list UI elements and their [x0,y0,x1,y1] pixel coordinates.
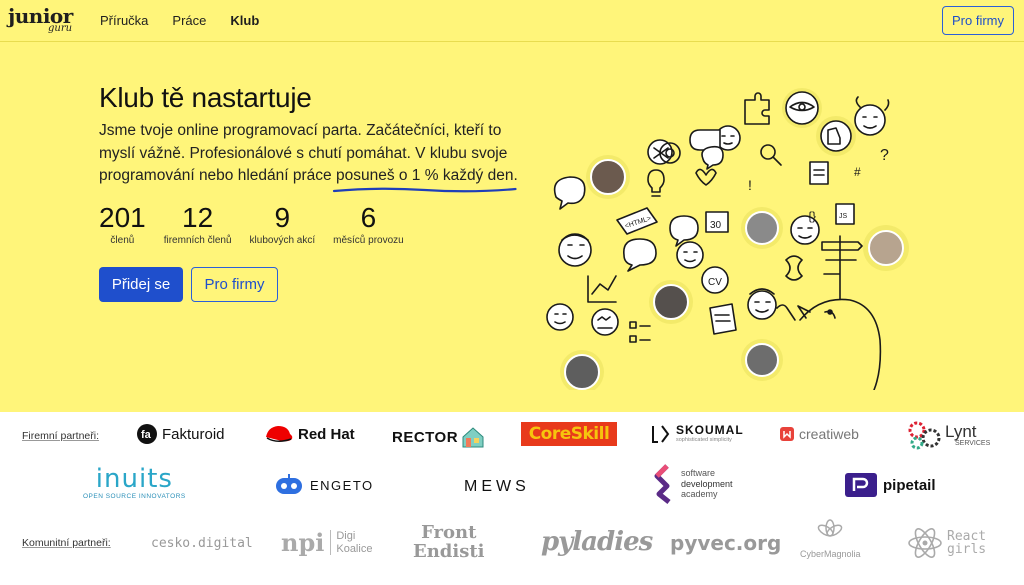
partner-engeto[interactable]: ENGETO [274,473,374,497]
partner-rector[interactable]: RECTOR [392,426,485,448]
partner-name: CoreSkill [528,424,610,444]
stat-value: 6 [360,202,377,233]
stat-label: klubových akcí [249,235,316,246]
hero-lead-highlight-text: posuneš o 1 % každý den [335,167,514,184]
svg-text:?: ? [880,147,889,164]
svg-text:CV: CV [708,277,722,288]
stat-label: měsíců provozu [333,235,404,246]
hero-lead: Jsme tvoje online programovací parta. Za… [99,120,519,192]
redhat-icon [266,426,293,442]
partner-digi-koalice[interactable]: npi Digi Koalice [281,528,372,557]
partner-tagline: development [681,478,733,489]
partner-name: Front [421,522,477,543]
partner-lynt[interactable]: Lynt SERVICES [907,420,990,450]
partner-pyladies[interactable]: pyladies [541,527,653,557]
stat-events: 9 klubových akcí [250,202,316,246]
svg-text:!: ! [748,177,752,193]
partner-name: creatiweb [799,426,859,442]
partner-pipetail[interactable]: pipetail [845,473,936,497]
stat-label: členů [110,235,135,246]
partner-name: cesko.digital [151,536,253,551]
partner-name: Red Hat [298,425,355,443]
partner-redhat[interactable]: Red Hat [264,424,355,444]
stat-value: 201 [99,202,146,233]
partner-creatiweb[interactable]: creatiweb [779,426,859,442]
partner-cybermagnolia[interactable]: CyberMagnolia [800,519,861,559]
partner-name: Fakturoid [162,425,225,443]
page-title: Klub tě nastartuje [99,82,312,113]
svg-text:{}: {} [808,209,816,223]
partner-cesko-digital[interactable]: cesko.digital [151,536,253,551]
svg-text:30: 30 [710,220,722,231]
svg-text:fa: fa [141,429,152,441]
partner-name: software [681,468,716,479]
partner-pyvec[interactable]: pyvec.org [670,531,781,555]
for-companies-nav-button[interactable]: Pro firmy [942,6,1014,35]
partner-tagline: sophisticated simplicity [676,437,732,444]
partner-name: Lynt [945,422,977,441]
partner-fakturoid[interactable]: fa Fakturoid [136,423,225,445]
partner-name: pyvec.org [670,531,782,555]
skoumal-icon [652,425,670,443]
partner-name: ENGETO [310,477,374,493]
partner-name: SKOUMAL [676,423,744,438]
nav-links: Příručka Práce Klub [100,13,259,28]
partner-name: pipetail [883,476,936,494]
creatiweb-icon [780,427,794,441]
partner-front-endisti[interactable]: Front Endisti [413,524,485,561]
lynt-gears-icon [908,421,941,450]
partner-name: RECTOR [392,428,459,446]
partner-name: npi [281,528,325,557]
club-doodle-illustration: CV <HTML> 30 {} JS # ? ! [546,88,909,390]
sda-icon [654,464,671,504]
stat-label: firemních členů [163,235,232,246]
hero-lead-highlight: posuneš o 1 % každý den [332,165,517,192]
partner-tagline: Endisti [413,541,485,562]
community-partners-label: Komunitní partneři: [22,537,111,549]
stat-value: 9 [274,202,291,233]
for-companies-button[interactable]: Pro firmy [191,267,278,302]
underline-scribble-icon [332,187,517,192]
partner-tagline-2: Koalice [336,542,373,555]
partner-coreskill[interactable]: CoreSkill [521,422,617,446]
join-button[interactable]: Přidej se [99,267,183,302]
stat-value: 12 [182,202,214,233]
partner-tagline-2: academy [681,489,718,500]
logo-sub: guru [48,23,73,34]
rector-house-icon [462,427,484,448]
magnolia-icon [817,519,843,537]
partner-tagline: Digi [336,530,356,543]
partner-name: inuits [95,464,173,494]
partner-software-development-academy[interactable]: software development academy [653,464,733,504]
partner-inuits[interactable]: inuits OPEN SOURCE INNOVATORS [83,466,186,501]
corporate-partners-label: Firemní partneři: [22,430,100,442]
pipetail-icon [845,473,877,497]
engeto-robot-icon [276,474,302,494]
hero-lead-end: . [513,167,518,184]
partner-name: pyladies [541,527,653,557]
stat-members: 201 členů [99,202,146,246]
react-atom-icon [908,528,942,558]
stats: 201 členů 12 firemních členů 9 klubových… [99,202,422,246]
nav-link-handbook[interactable]: Příručka [100,13,148,28]
partner-tagline: SERVICES [955,440,991,447]
logo[interactable]: junior guru [8,4,80,38]
partner-mews[interactable]: MEWS [464,478,530,496]
stat-months: 6 měsíců provozu [333,202,404,246]
partner-tagline: girls [947,542,987,557]
navbar: junior guru Příručka Práce Klub Pro firm… [0,0,1024,42]
partner-react-girls[interactable]: React girls [907,527,986,559]
partner-name: MEWS [464,478,530,495]
partner-name: CyberMagnolia [800,549,861,559]
nav-link-club[interactable]: Klub [230,13,259,28]
fakturoid-icon: fa [137,424,157,444]
partner-tagline: OPEN SOURCE INNOVATORS [83,493,186,500]
svg-text:#: # [854,165,861,179]
partner-skoumal[interactable]: SKOUMAL sophisticated simplicity [650,424,744,444]
stat-company-members: 12 firemních členů [164,202,232,246]
svg-text:JS: JS [839,213,848,220]
nav-link-jobs[interactable]: Práce [172,13,206,28]
